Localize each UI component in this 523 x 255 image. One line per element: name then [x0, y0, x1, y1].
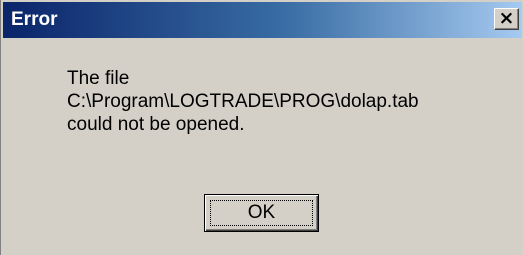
close-icon: ×: [498, 7, 515, 29]
window-title: Error: [11, 9, 58, 30]
error-dialog: Error × The file C:\Program\LOGTRADE\PRO…: [0, 0, 523, 255]
error-message: The file C:\Program\LOGTRADE\PROG\dolap.…: [67, 67, 419, 136]
close-button[interactable]: ×: [494, 8, 519, 30]
message-line: could not be opened.: [67, 114, 245, 135]
ok-button[interactable]: OK: [204, 194, 319, 232]
ok-button-label: OK: [247, 202, 276, 223]
message-line: The file: [67, 68, 130, 89]
title-bar[interactable]: Error ×: [3, 2, 522, 38]
message-line: C:\Program\LOGTRADE\PROG\dolap.tab: [67, 91, 419, 112]
